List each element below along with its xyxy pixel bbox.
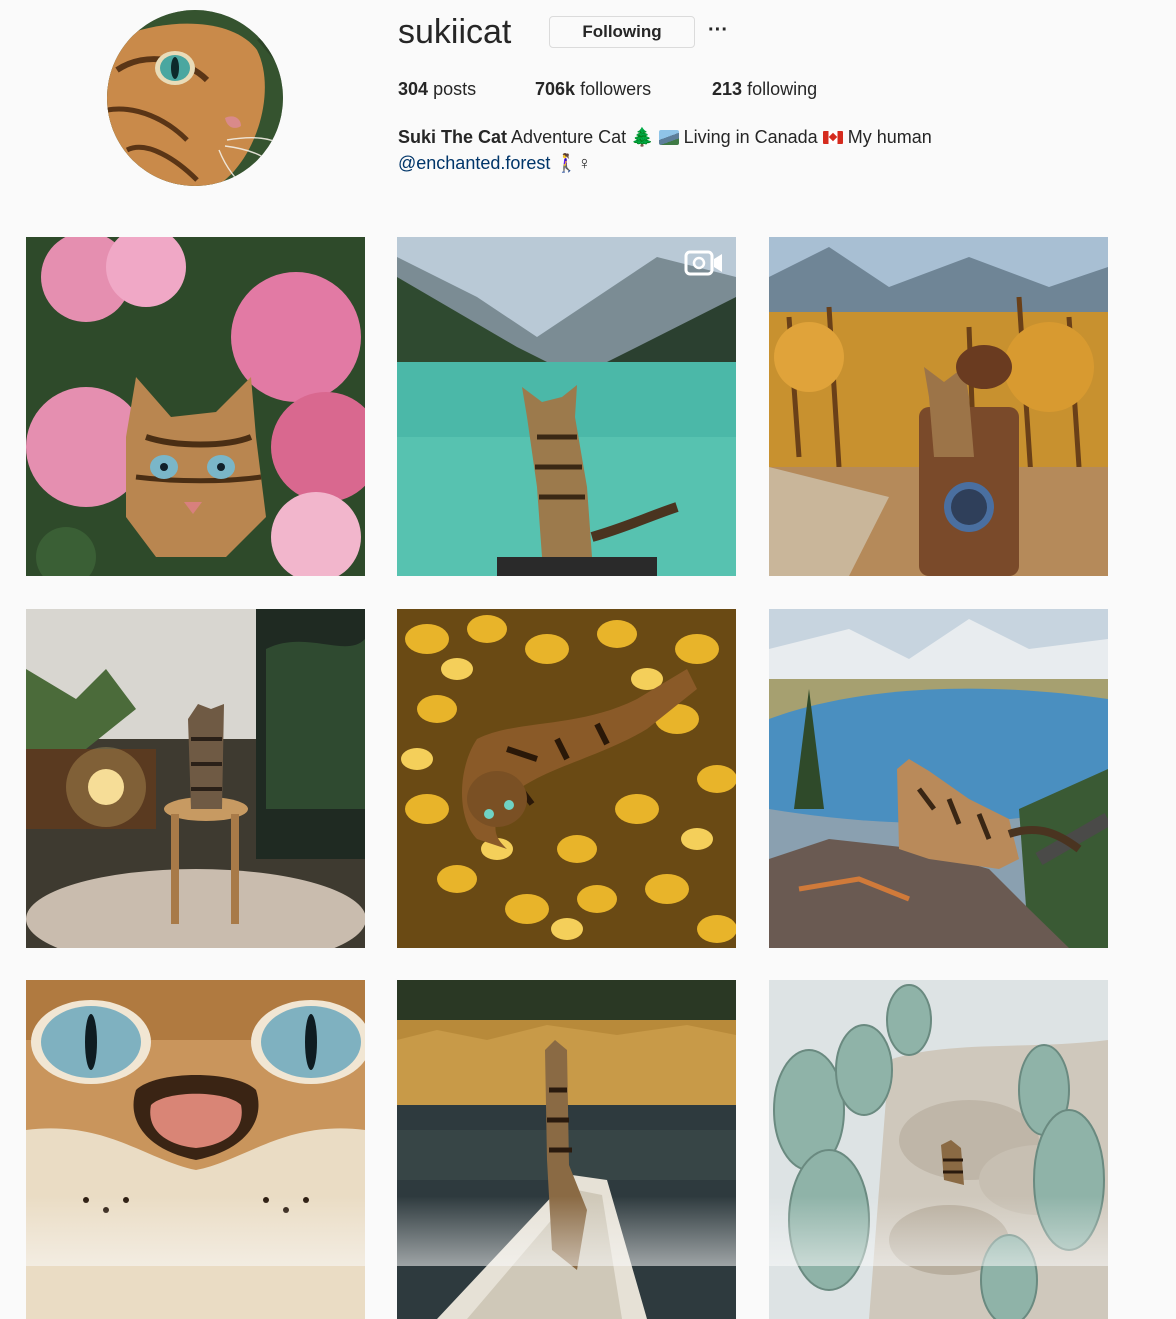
cat-avatar-icon [107, 10, 283, 186]
cat-on-canoe-image [397, 980, 736, 1319]
post-cat-on-stool-among-plants[interactable] [26, 609, 365, 948]
followers-label: followers [580, 79, 652, 99]
walking-woman-emoji-icon: 🚶‍♀️♀ [555, 153, 592, 173]
post-cat-on-backpack-autumn-forest[interactable] [769, 237, 1108, 576]
bio-text-human: My human [847, 127, 932, 147]
posts-count: 304 [398, 79, 429, 99]
bio-text-canada: Living in Canada [683, 127, 818, 147]
bio-mention-link[interactable]: @enchanted.forest [398, 153, 550, 173]
profile-bio: Suki The Cat Adventure Cat 🌲 Living in C… [398, 124, 1038, 176]
following-button[interactable]: Following [549, 16, 695, 48]
cat-on-stool-image [26, 609, 365, 948]
post-cat-at-turquoise-lake[interactable] [397, 237, 736, 576]
following-label: following [747, 79, 818, 99]
post-cat-in-pink-flowers[interactable] [26, 237, 365, 576]
cat-at-lake-image [397, 237, 736, 576]
cat-face-closeup-image [26, 980, 365, 1319]
profile-avatar[interactable] [107, 10, 283, 186]
cat-on-backpack-image [769, 237, 1108, 576]
mountain-emoji-icon [658, 130, 679, 145]
cat-in-flowers-image [26, 237, 365, 576]
cat-in-leaves-image [397, 609, 736, 948]
following-stat[interactable]: 213 following [712, 78, 817, 100]
post-cat-among-cacti[interactable] [769, 980, 1108, 1319]
bio-name: Suki The Cat [398, 127, 508, 147]
following-count: 213 [712, 79, 743, 99]
canada-flag-icon [822, 131, 843, 144]
cat-on-rock-image [769, 609, 1108, 948]
post-cat-on-canoe-bow[interactable] [397, 980, 736, 1319]
more-options-icon[interactable]: ··· [707, 20, 729, 43]
posts-label: posts [433, 79, 477, 99]
username: sukiicat [398, 13, 512, 51]
post-cat-on-rock-above-lake[interactable] [769, 609, 1108, 948]
followers-stat[interactable]: 706k followers [535, 78, 651, 100]
post-cat-in-yellow-leaves[interactable] [397, 609, 736, 948]
post-cat-face-closeup[interactable] [26, 980, 365, 1319]
tree-emoji-icon: 🌲 [631, 127, 654, 147]
video-camera-icon [684, 250, 722, 276]
bio-text-adventure: Adventure Cat [511, 127, 627, 147]
cat-among-cacti-image [769, 980, 1108, 1319]
followers-count: 706k [535, 79, 576, 99]
posts-stat: 304 posts [398, 78, 476, 100]
